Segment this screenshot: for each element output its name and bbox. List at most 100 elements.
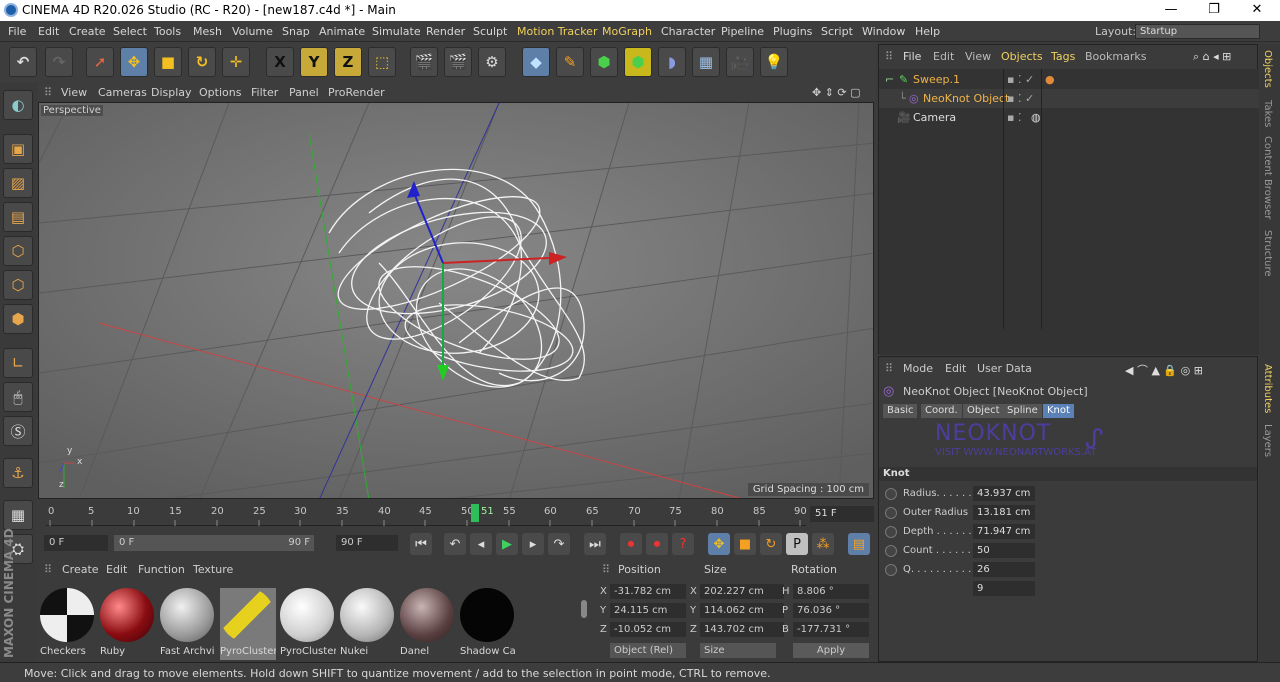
menu-motion-tracker[interactable]: Motion Tracker: [517, 25, 597, 38]
attribute-menu-edit[interactable]: Edit: [945, 362, 966, 375]
render-picture-viewer-icon[interactable]: 🎬: [444, 47, 472, 77]
menu-snap[interactable]: Snap: [282, 25, 310, 38]
object-row-sweep[interactable]: ⌐ ✎ Sweep.1 ▪ ⁚ ✓ ●: [879, 70, 1259, 89]
object-manager-tools-icon[interactable]: ⌕ ⌂ ◂ ⊞: [1193, 50, 1231, 64]
material-scrollbar[interactable]: [581, 600, 587, 618]
perspective-viewport[interactable]: y x z Perspective Grid Spacing : 100 cm: [38, 102, 874, 499]
p-field[interactable]: 9: [973, 581, 1035, 596]
transform-tool-icon[interactable]: ✛: [222, 47, 250, 77]
viewport-menu-panel[interactable]: Panel: [289, 86, 319, 99]
undo-icon[interactable]: ↶: [9, 47, 37, 77]
record-active-objects-icon[interactable]: ⏺: [620, 533, 642, 555]
material-swatch[interactable]: Shadow Ca: [460, 588, 516, 660]
deformer-icon[interactable]: ◗: [658, 47, 686, 77]
animate-radio-icon[interactable]: [885, 507, 897, 519]
q-param-row[interactable]: Q. . . . . . . . . . 26: [885, 561, 1185, 579]
menu-plugins[interactable]: Plugins: [773, 25, 812, 38]
maximize-button[interactable]: ❐: [1203, 2, 1225, 17]
menu-volume[interactable]: Volume: [232, 25, 273, 38]
record-scale-icon[interactable]: ■: [734, 533, 756, 555]
end-frame-field[interactable]: 90 F: [336, 535, 398, 551]
tab-takes[interactable]: Takes: [1262, 100, 1273, 127]
animate-radio-icon[interactable]: [885, 564, 897, 576]
attr-tab-basic[interactable]: Basic: [883, 404, 918, 418]
viewport-menu-options[interactable]: Options: [199, 86, 241, 99]
rotate-tool-icon[interactable]: ↻: [188, 47, 216, 77]
pen-spline-icon[interactable]: ✎: [556, 47, 584, 77]
viewport-menu-filter[interactable]: Filter: [251, 86, 278, 99]
animate-radio-icon[interactable]: [885, 545, 897, 557]
camera-target-tag-icon[interactable]: ◍: [1031, 111, 1041, 124]
make-editable-icon[interactable]: ◐: [3, 90, 33, 120]
close-button[interactable]: ✕: [1246, 2, 1268, 17]
material-swatch[interactable]: Ruby: [100, 588, 156, 660]
render-view-icon[interactable]: 🎬: [410, 47, 438, 77]
menu-tools[interactable]: Tools: [154, 25, 181, 38]
go-to-start-icon[interactable]: ⏮: [410, 533, 432, 555]
go-to-end-icon[interactable]: ⏭: [584, 533, 606, 555]
position-y-field[interactable]: 24.115 cm: [610, 603, 686, 618]
menu-mograph[interactable]: MoGraph: [602, 25, 652, 38]
menu-sculpt[interactable]: Sculpt: [473, 25, 507, 38]
apply-button[interactable]: Apply: [793, 643, 869, 658]
visibility-toggles-icon[interactable]: ▪ ⁚: [1007, 111, 1021, 124]
position-z-field[interactable]: -10.052 cm: [610, 622, 686, 637]
size-z-field[interactable]: 143.702 cm: [700, 622, 784, 637]
y-axis-lock-button[interactable]: Y: [300, 47, 328, 77]
size-y-field[interactable]: 114.062 cm: [700, 603, 784, 618]
menu-file[interactable]: File: [8, 25, 26, 38]
objects-menu-objects[interactable]: Objects: [1001, 50, 1043, 63]
radius-param-row[interactable]: Radius. . . . . . 43.937 cm: [885, 485, 1185, 503]
object-row-camera[interactable]: 🎥 Camera ▪ ⁚ ◍: [879, 108, 1259, 127]
record-rotation-icon[interactable]: ↻: [760, 533, 782, 555]
autokeying-icon[interactable]: ⏺: [646, 533, 668, 555]
rotation-h-field[interactable]: 8.806 °: [793, 584, 869, 599]
layout-select[interactable]: Startup: [1135, 24, 1260, 39]
minimize-button[interactable]: —: [1160, 2, 1182, 17]
visibility-toggles-icon[interactable]: ▪ ⁚ ✓: [1007, 92, 1034, 105]
objects-menu-view[interactable]: View: [965, 50, 991, 63]
menu-window[interactable]: Window: [862, 25, 905, 38]
x-axis-lock-button[interactable]: X: [266, 47, 294, 77]
cube-object-icon[interactable]: ◆: [522, 47, 550, 77]
viewport-navigation-icon[interactable]: ✥ ⇕ ⟳ ▢: [812, 86, 861, 99]
move-tool-icon[interactable]: ✥: [120, 47, 148, 77]
texture-mode-icon[interactable]: ▨: [3, 168, 33, 198]
coordinate-mode-select[interactable]: Object (Rel): [610, 643, 686, 658]
tweak-mode-icon[interactable]: 🖱: [3, 382, 33, 412]
model-mode-icon[interactable]: ▣: [3, 134, 33, 164]
rotation-p-field[interactable]: 76.036 °: [793, 603, 869, 618]
floor-environment-icon[interactable]: ▦: [692, 47, 720, 77]
attribute-nav-icon[interactable]: ◀ ⌒ ▲ 🔒 ◎ ⊞: [1125, 362, 1203, 378]
rotation-b-field[interactable]: -177.731 °: [793, 622, 869, 637]
menu-create[interactable]: Create: [69, 25, 106, 38]
next-key-icon[interactable]: ↷: [548, 533, 570, 555]
enable-axis-icon[interactable]: ∟: [3, 348, 33, 378]
record-point-level-icon[interactable]: ⁂: [812, 533, 834, 555]
menu-simulate[interactable]: Simulate: [372, 25, 421, 38]
objects-menu-tags[interactable]: Tags: [1051, 50, 1075, 63]
menu-select[interactable]: Select: [113, 25, 147, 38]
q-field[interactable]: 26: [973, 562, 1035, 577]
points-mode-icon[interactable]: ⬡: [3, 236, 33, 266]
subdivision-surface-icon[interactable]: ⬢: [590, 47, 618, 77]
z-axis-lock-button[interactable]: Z: [334, 47, 362, 77]
menu-animate[interactable]: Animate: [319, 25, 365, 38]
menu-edit[interactable]: Edit: [38, 25, 59, 38]
previous-frame-icon[interactable]: ◂: [470, 533, 492, 555]
redo-icon[interactable]: ↷: [45, 47, 73, 77]
attribute-menu-user-data[interactable]: User Data: [977, 362, 1032, 375]
start-frame-field[interactable]: 0 F: [44, 535, 108, 551]
material-menu-create[interactable]: Create: [62, 563, 99, 576]
objects-menu-edit[interactable]: Edit: [933, 50, 954, 63]
tab-attributes[interactable]: Attributes: [1262, 364, 1273, 413]
animate-radio-icon[interactable]: [885, 488, 897, 500]
outer-radius-field[interactable]: 13.181 cm: [973, 505, 1035, 520]
timeline-window-icon[interactable]: ▤: [848, 533, 870, 555]
live-selection-icon[interactable]: ➚: [86, 47, 114, 77]
menu-script[interactable]: Script: [821, 25, 853, 38]
timeline-ticks[interactable]: 0 5 10 15 20 25 30 35 40 45 50 55 60 65 …: [46, 504, 807, 526]
workplane-mode-icon[interactable]: ▤: [3, 202, 33, 232]
tab-objects[interactable]: Objects: [1262, 50, 1273, 88]
tab-layers[interactable]: Layers: [1262, 424, 1273, 457]
